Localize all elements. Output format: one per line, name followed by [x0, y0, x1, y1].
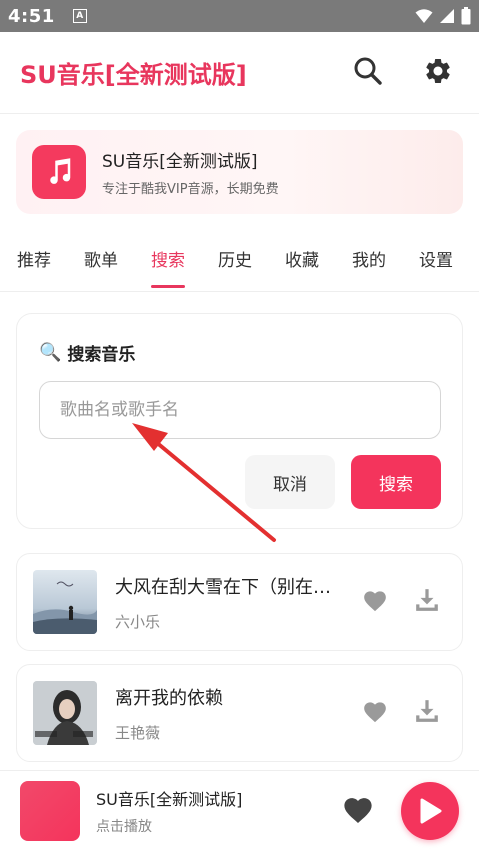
app-header: SU音乐[全新测试版]: [0, 32, 479, 114]
player-actions: [341, 782, 459, 840]
tab-mine[interactable]: 我的: [352, 242, 386, 290]
tab-recommend[interactable]: 推荐: [17, 242, 51, 290]
song-actions: [362, 587, 446, 617]
search-card: 🔍 搜索音乐 取消 搜索: [16, 313, 463, 529]
download-icon[interactable]: [414, 587, 440, 617]
mini-player[interactable]: SU音乐[全新测试版] 点击播放: [0, 770, 479, 851]
music-note-icon: [32, 145, 86, 199]
tab-history[interactable]: 历史: [218, 242, 252, 290]
song-title: 离开我的依赖: [115, 687, 223, 709]
play-button[interactable]: [401, 782, 459, 840]
tab-search[interactable]: 搜索: [151, 242, 185, 290]
tab-favorites[interactable]: 收藏: [285, 242, 319, 290]
battery-icon: [461, 7, 471, 25]
song-artist: 王艳薇: [115, 723, 161, 742]
search-heading: 🔍 搜索音乐: [39, 340, 135, 365]
download-icon[interactable]: [414, 698, 440, 728]
header-actions: [353, 56, 459, 90]
player-cover: [20, 781, 80, 841]
player-subtitle: 点击播放: [96, 819, 152, 835]
banner-subtitle: 专注于酷我VIP音源，长期免费: [102, 182, 279, 197]
notification-icon: A: [72, 9, 87, 23]
status-icons: [415, 7, 471, 25]
banner-text: SU音乐[全新测试版] 专注于酷我VIP音源，长期免费: [102, 147, 279, 197]
wifi-icon: [415, 9, 433, 23]
list-item[interactable]: 大风在刮大雪在下（别在… 六小乐: [16, 553, 463, 651]
tab-playlist[interactable]: 歌单: [84, 242, 118, 290]
song-info: 大风在刮大雪在下（别在… 六小乐: [115, 573, 351, 632]
song-cover: [33, 681, 97, 745]
tab-settings[interactable]: 设置: [419, 242, 453, 290]
status-bar: 4:51 A: [0, 0, 479, 32]
heart-icon[interactable]: [362, 699, 388, 727]
search-heading-text: 搜索音乐: [67, 345, 136, 365]
player-info: SU音乐[全新测试版] 点击播放: [96, 786, 242, 836]
heart-icon[interactable]: [341, 794, 375, 828]
play-icon: [420, 798, 442, 824]
song-artist: 六小乐: [115, 612, 161, 631]
song-title: 大风在刮大雪在下（别在…: [115, 576, 331, 598]
banner-title: SU音乐[全新测试版]: [102, 152, 258, 172]
gear-icon[interactable]: [423, 56, 453, 90]
search-input[interactable]: [39, 381, 441, 439]
app-title: SU音乐[全新测试版]: [20, 61, 247, 89]
app-banner: SU音乐[全新测试版] 专注于酷我VIP音源，长期免费: [16, 130, 463, 214]
status-time: 4:51: [8, 5, 55, 27]
song-cover: [33, 570, 97, 634]
tab-bar: 推荐 歌单 搜索 历史 收藏 我的 设置: [0, 242, 479, 292]
magnifier-icon: 🔍: [39, 342, 62, 363]
cancel-button[interactable]: 取消: [245, 455, 335, 509]
search-icon[interactable]: [353, 56, 383, 90]
search-button[interactable]: 搜索: [351, 455, 441, 509]
list-item[interactable]: 离开我的依赖 王艳薇: [16, 664, 463, 762]
song-info: 离开我的依赖 王艳薇: [115, 684, 351, 743]
heart-icon[interactable]: [362, 588, 388, 616]
player-title: SU音乐[全新测试版]: [96, 790, 243, 809]
song-actions: [362, 698, 446, 728]
signal-icon: [440, 9, 454, 23]
